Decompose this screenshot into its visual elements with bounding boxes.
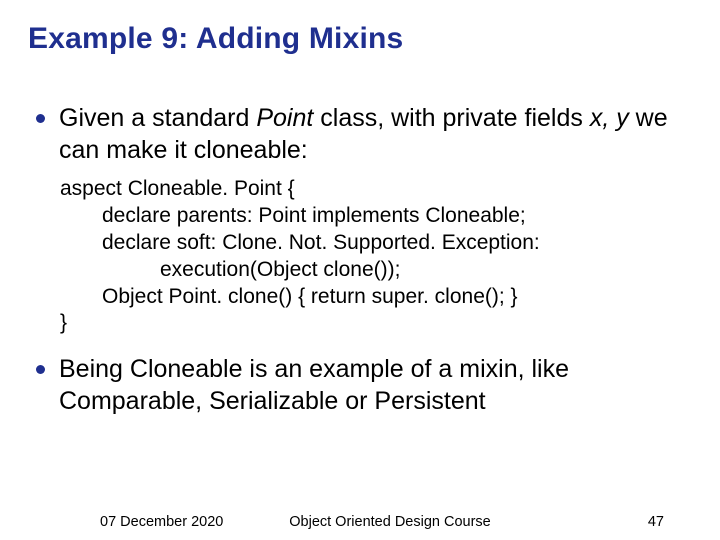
- slide-title: Example 9: Adding Mixins: [28, 22, 692, 56]
- code-line: declare parents: Point implements Clonea…: [60, 203, 692, 230]
- bullet-item-1: Given a standard Point class, with priva…: [36, 102, 692, 166]
- slide: Example 9: Adding Mixins Given a standar…: [0, 0, 720, 540]
- footer-page-number: 47: [648, 514, 664, 530]
- bullet-icon: [36, 365, 45, 374]
- bullet-text-2: Being Cloneable is an example of a mixin…: [59, 353, 692, 417]
- code-line: declare soft: Clone. Not. Supported. Exc…: [60, 230, 692, 257]
- code-line: execution(Object clone());: [60, 257, 692, 284]
- code-line: Object Point. clone() { return super. cl…: [60, 284, 692, 311]
- code-line: aspect Cloneable. Point {: [60, 176, 692, 203]
- footer-course: Object Oriented Design Course: [0, 514, 720, 530]
- code-line: }: [60, 310, 692, 337]
- code-block: aspect Cloneable. Point { declare parent…: [60, 176, 692, 337]
- bullet-item-2: Being Cloneable is an example of a mixin…: [36, 353, 692, 417]
- bullet-icon: [36, 114, 45, 123]
- bullet-text-1: Given a standard Point class, with priva…: [59, 102, 692, 166]
